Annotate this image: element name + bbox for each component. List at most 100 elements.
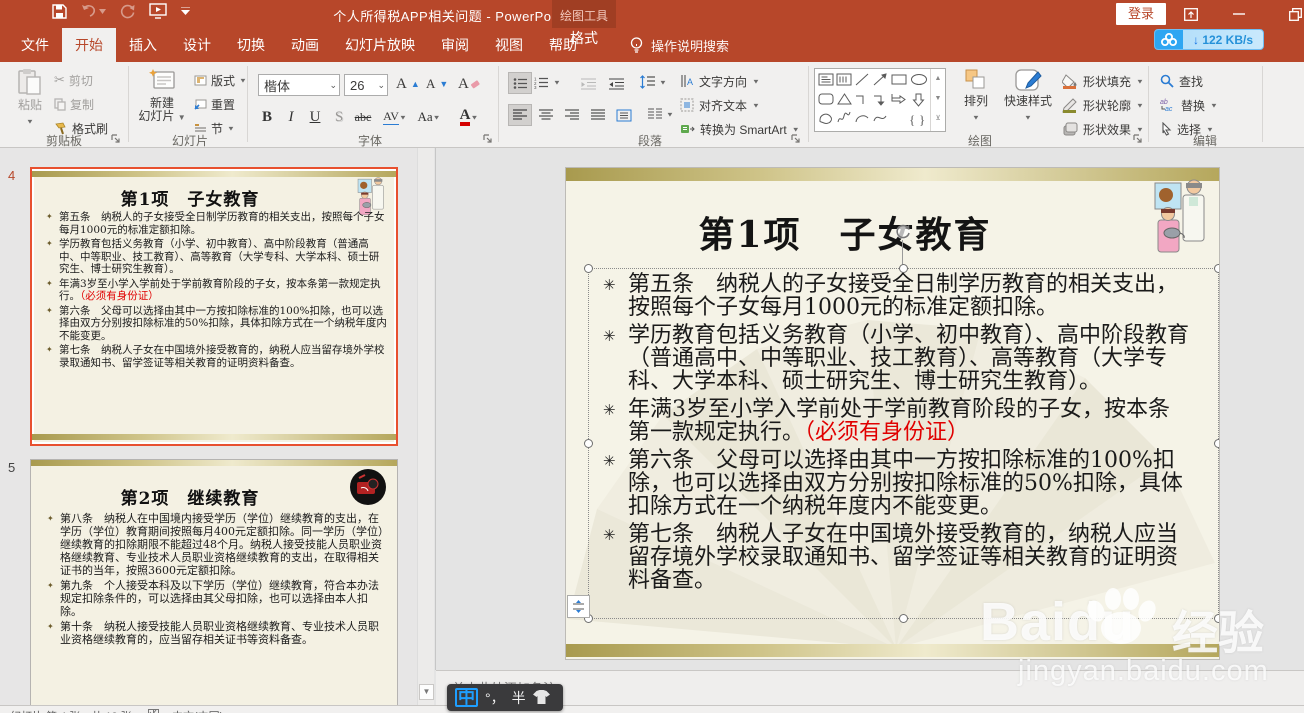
columns-button[interactable]: ▼ [648,104,674,124]
underline-button[interactable]: U [304,106,326,128]
panel-divider[interactable] [435,148,436,670]
rotation-handle[interactable] [894,223,912,241]
tab-slideshow[interactable]: 幻灯片放映 [332,28,428,62]
increase-font-icon[interactable]: A ▲ [396,74,420,94]
resize-handle-se[interactable] [1214,614,1219,623]
justify-button[interactable] [586,104,610,126]
tab-transitions[interactable]: 切换 [224,28,278,62]
tab-home[interactable]: 开始 [62,28,116,62]
minimize-icon[interactable] [1222,0,1256,28]
new-slide-button[interactable]: 新建 幻灯片 ▼ [136,68,188,124]
shape-gallery-scroll[interactable]: ▲ ▼ ⊻ [930,69,945,131]
svg-text:ac: ac [1165,106,1173,112]
slide-bullets[interactable]: 第五条 纳税人的子女接受全日制学历教育的相关支出，按照每个子女每月1000元的标… [601,273,1191,597]
increase-indent-icon[interactable] [604,72,628,94]
resize-handle-n[interactable] [899,264,908,273]
ime-toolbar[interactable]: 中 °， 半 [447,684,563,711]
change-case-button[interactable]: Aa ▼ [414,106,444,128]
bold-button[interactable]: B [256,106,278,128]
numbering-button[interactable]: 1 2 3 ▼ [534,72,561,92]
ime-punctuation[interactable]: °， [485,688,505,708]
align-right-button[interactable] [560,104,584,126]
autofit-options-button[interactable] [567,595,590,618]
font-name-combo[interactable]: 楷体 ⌄ [258,74,340,96]
resize-handle-e[interactable] [1214,439,1219,448]
text-shadow-button[interactable]: S [328,106,350,128]
font-color-button[interactable]: A ▼ [452,106,486,128]
layout-button[interactable]: 版式 ▼ [194,70,247,90]
clipart-camera-image [350,469,386,505]
paste-button[interactable]: 粘贴 ▼ [10,68,50,128]
paragraph-dialog-launcher[interactable] [790,133,801,144]
resize-handle-nw[interactable] [584,264,593,273]
tab-file[interactable]: 文件 [8,28,62,62]
slide-editing-area[interactable]: 第1项 子女教育 第五条 纳税人的子女接受全日制学历教育的相关支出，按照每个子女… [565,167,1220,660]
quick-styles-button[interactable]: 快速样式 ▼ [1000,68,1056,124]
ribbon-display-options-icon[interactable] [1174,0,1208,28]
thumbnail-scrollbar[interactable]: ▼ [417,148,434,705]
reset-icon [194,99,207,110]
ime-mode-chinese[interactable]: 中 [455,688,478,707]
convert-smartart-button[interactable]: 转换为 SmartArt ▼ [680,118,800,140]
reset-button[interactable]: 重置 [194,94,235,114]
restore-icon[interactable] [1278,0,1304,28]
tell-me-label: 操作说明搜索 [651,38,730,54]
slide-5-thumbnail[interactable]: 第2项 继续教育 第八条 纳税人在中国境内接受学历（学位）继续教育的支出，在学历… [30,459,398,713]
line-spacing-button[interactable]: ▼ [640,72,667,92]
tab-view[interactable]: 视图 [482,28,536,62]
align-text-button[interactable]: 对齐文本 ▼ [680,94,760,116]
distribute-button[interactable] [612,104,636,126]
shape-outline-button[interactable]: 形状轮廓 ▼ [1062,94,1144,116]
ribbon: 粘贴 ▼ ✂ 剪切 复制 格式刷 剪贴板 新建 幻灯片 ▼ 版式 ▼ 重置 节 ▼ 幻灯片… [0,62,1304,148]
align-left-button[interactable] [508,104,532,126]
svg-text:}: } [919,112,925,127]
copy-button[interactable]: 复制 [54,94,94,114]
slide-4-thumbnail[interactable]: 第1项 子女教育 第五条 纳税人的子女接受全日制学历教育的相关支出，按照每个子女… [30,167,398,446]
bullets-button[interactable] [508,72,532,94]
ribbon-tabs: 文件 开始 插入 设计 切换 动画 幻灯片放映 审阅 视图 帮助 格式 操作说明… [0,28,1304,81]
tab-format[interactable]: 格式 [552,28,616,48]
character-spacing-button[interactable]: AV ▼ [380,106,410,128]
content-textbox[interactable]: 第五条 纳税人的子女接受全日制学历教育的相关支出，按照每个子女每月1000元的标… [588,268,1219,619]
drawing-dialog-launcher[interactable] [1132,133,1143,144]
title-bar: 个人所得税APP相关问题 - PowerPoint 绘图工具 登录 [0,0,1304,62]
slide-number-4: 4 [8,168,16,183]
slide-top-bar [32,171,396,177]
resize-handle-ne[interactable] [1214,264,1219,273]
tab-design[interactable]: 设计 [170,28,224,62]
resize-handle-s[interactable] [899,614,908,623]
slide-title[interactable]: 第1项 子女教育 [566,206,1124,258]
arrange-button[interactable]: 排列 ▼ [954,68,998,124]
cut-button[interactable]: ✂ 剪切 [54,70,93,90]
resize-handle-w[interactable] [584,439,593,448]
baidu-netdisk-speed-badge[interactable]: ↓ 122 KB/s [1154,29,1264,50]
font-size-combo[interactable]: 26 ⌄ [344,74,388,96]
font-dialog-launcher[interactable] [482,133,493,144]
clear-formatting-icon[interactable]: A [458,74,480,94]
red-note: （必须有身份证） [804,420,970,445]
scroll-down-arrow[interactable]: ▼ [419,684,434,700]
align-center-button[interactable] [534,104,558,126]
clipboard-dialog-launcher[interactable] [110,133,121,144]
shape-gallery[interactable]: { } ▲ ▼ ⊻ [814,68,946,132]
find-button[interactable]: 查找 [1160,70,1203,92]
slide-bottom-bar [32,434,396,440]
quick-styles-icon [1015,69,1042,91]
ime-skin-icon[interactable] [532,690,550,705]
spellcheck-icon[interactable] [148,709,159,713]
replace-button[interactable]: ab ac 替换 ▼ [1160,94,1218,116]
decrease-indent-icon[interactable] [576,72,600,94]
tab-insert[interactable]: 插入 [116,28,170,62]
tell-me-search[interactable]: 操作说明搜索 [630,28,729,62]
text-direction-button[interactable]: A 文字方向 ▼ [680,70,760,92]
decrease-font-icon[interactable]: A ▼ [426,74,448,94]
ime-fullhalf-width[interactable]: 半 [512,688,526,708]
italic-button[interactable]: I [280,106,302,128]
language-status[interactable]: 中文(中国) [172,708,223,713]
login-button[interactable]: 登录 [1115,3,1166,25]
tab-animations[interactable]: 动画 [278,28,332,62]
strikethrough-button[interactable]: abc [352,106,374,128]
notes-pane[interactable]: 单击此处添加备注 [436,670,1304,705]
shape-fill-button[interactable]: 形状填充 ▼ [1062,70,1144,92]
tab-review[interactable]: 审阅 [428,28,482,62]
